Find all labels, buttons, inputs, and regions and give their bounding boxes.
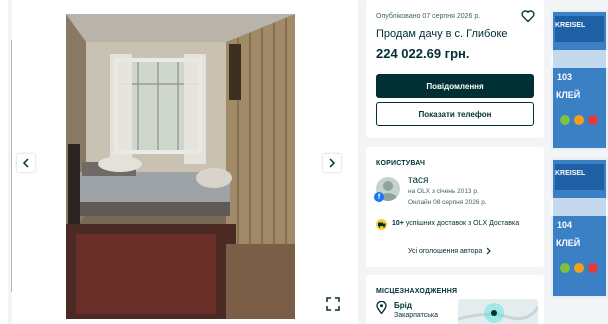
seller-name[interactable]: тася xyxy=(408,175,428,186)
fullscreen-button[interactable] xyxy=(325,296,341,312)
listing-price: 224 022.69 грн. xyxy=(376,46,470,61)
listing-card: Опубліковано 07 серпня 2026 р. Продам да… xyxy=(366,0,544,138)
photo-gallery xyxy=(12,0,358,324)
delivery-stats: 10+ успішних доставок з OLX Доставка xyxy=(392,220,519,227)
location-city: Брід xyxy=(394,301,412,310)
advertisement-banner[interactable]: 103 КЛЕЙ KREISEL 104 КЛЕЙ KREISEL xyxy=(551,0,608,324)
location-section-title: МІСЦЕЗНАХОДЖЕННЯ xyxy=(376,288,458,295)
delivery-label: успішних доставок з OLX Доставка xyxy=(405,220,520,227)
listing-photo[interactable] xyxy=(66,14,295,319)
truck-icon xyxy=(376,219,387,230)
chevron-right-icon xyxy=(486,247,492,255)
favorite-button[interactable] xyxy=(521,9,535,23)
prev-photo-button[interactable] xyxy=(17,154,35,172)
banner-product-number-top: 103 xyxy=(557,72,573,82)
all-ads-link[interactable]: Усі оголошення автора xyxy=(408,247,492,255)
page-edge xyxy=(0,0,8,324)
location-map[interactable] xyxy=(458,299,538,324)
delivery-count: 10+ xyxy=(392,220,404,227)
location-pin-icon xyxy=(376,300,387,315)
seller-card: КОРИСТУВАЧ f тася на OLX з січень 2013 р… xyxy=(366,147,544,267)
posted-date: Опубліковано 07 серпня 2026 р. xyxy=(376,13,481,20)
banner-word-bottom: КЛЕЙ xyxy=(556,238,581,248)
chevron-right-icon xyxy=(329,158,336,168)
banner-word-top: КЛЕЙ xyxy=(556,90,581,100)
show-phone-button[interactable]: Показати телефон xyxy=(376,102,534,126)
banner-product-bottom[interactable]: 104 КЛЕЙ KREISEL xyxy=(551,158,608,298)
location-region: Закарпатська xyxy=(394,312,439,319)
banner-brand-bottom: KREISEL xyxy=(555,170,586,177)
chevron-left-icon xyxy=(22,158,29,168)
facebook-icon: f xyxy=(374,192,384,202)
expand-icon xyxy=(326,297,340,311)
listing-title: Продам дачу в с. Глибоке xyxy=(376,28,508,40)
banner-product-top[interactable]: 103 КЛЕЙ KREISEL xyxy=(551,10,608,150)
message-button[interactable]: Повідомлення xyxy=(376,74,534,98)
location-card: МІСЦЕЗНАХОДЖЕННЯ Брід Закарпатська xyxy=(366,275,544,324)
heart-icon xyxy=(521,10,535,23)
banner-product-number-bottom: 104 xyxy=(557,220,573,230)
seller-since: на OLX з січень 2013 р. xyxy=(408,188,479,195)
next-photo-button[interactable] xyxy=(323,154,341,172)
seller-online: Онлайн 08 серпня 2026 р. xyxy=(408,199,487,206)
seller-section-title: КОРИСТУВАЧ xyxy=(376,160,426,167)
all-ads-label: Усі оголошення автора xyxy=(408,247,483,255)
banner-brand-top: KREISEL xyxy=(555,22,586,29)
